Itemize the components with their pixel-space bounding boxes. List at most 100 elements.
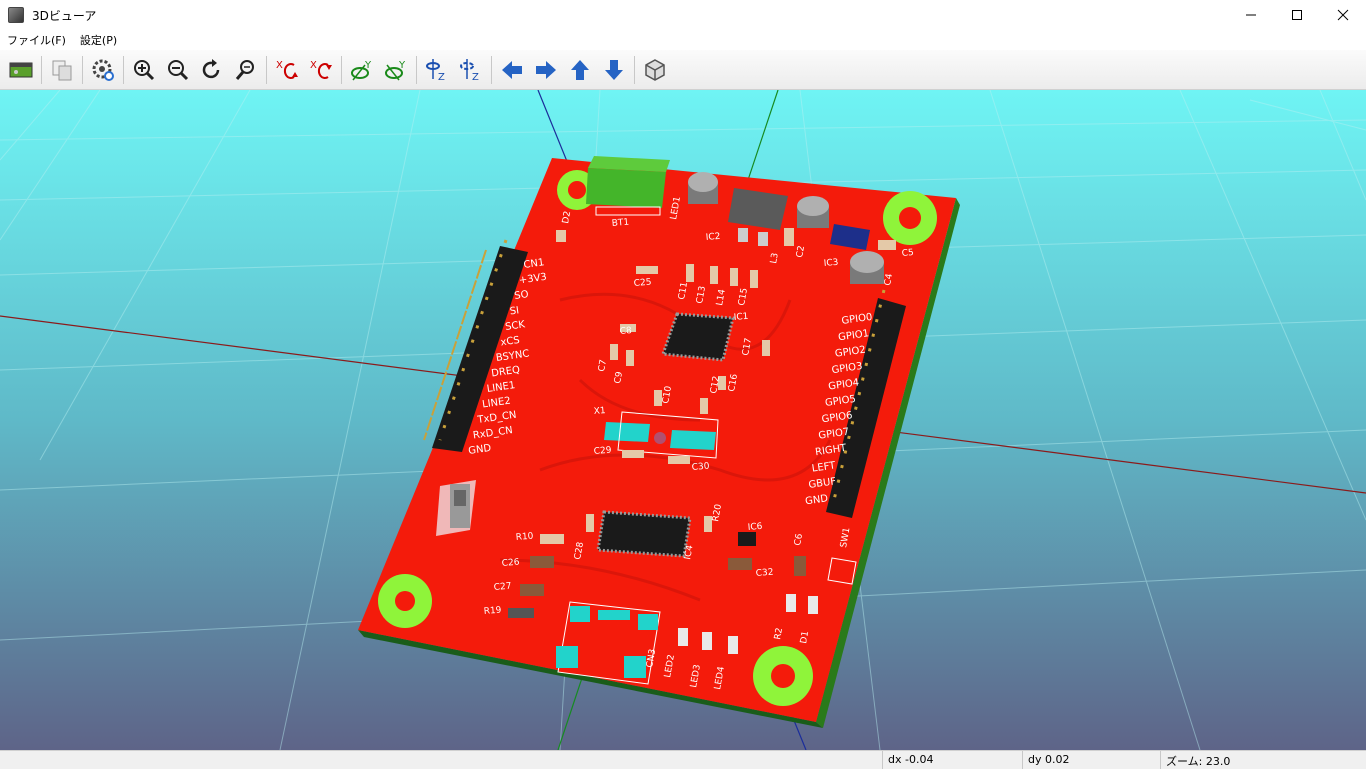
svg-text:X: X bbox=[310, 60, 317, 71]
ic6-chip bbox=[738, 532, 756, 546]
led bbox=[808, 596, 818, 614]
rotate-z-cw-button[interactable]: Z bbox=[421, 54, 453, 86]
component-reference: X1 bbox=[593, 406, 606, 417]
toolbar-separator bbox=[416, 55, 417, 84]
close-icon bbox=[1337, 9, 1349, 21]
title-bar: 3Dビューア bbox=[0, 0, 1366, 30]
copy-image-button[interactable] bbox=[46, 54, 78, 86]
status-dy: dy 0.02 bbox=[1028, 753, 1070, 766]
status-zoom: ズーム: 23.0 bbox=[1166, 755, 1231, 768]
electrolytic-capacitor bbox=[850, 251, 884, 284]
component-reference: C5 bbox=[901, 248, 914, 259]
toolbar-separator bbox=[634, 55, 635, 84]
component-reference: C32 bbox=[755, 567, 774, 579]
toolbar-separator bbox=[266, 55, 267, 84]
crystal-pad bbox=[604, 422, 650, 442]
rotate-x-cw-icon: X bbox=[276, 60, 298, 79]
toggle-orthographic-button[interactable] bbox=[639, 54, 671, 86]
led bbox=[678, 628, 688, 646]
status-divider bbox=[882, 751, 883, 769]
component-reference: IC6 bbox=[747, 522, 763, 533]
component-reference: C2 bbox=[795, 245, 807, 259]
window-title: 3Dビューア bbox=[32, 8, 97, 23]
zoom-out-button[interactable] bbox=[162, 54, 194, 86]
component-reference: C29 bbox=[593, 445, 612, 457]
component-reference: C30 bbox=[691, 461, 710, 473]
led bbox=[728, 636, 738, 654]
maximize-button[interactable] bbox=[1274, 0, 1320, 30]
redraw-icon bbox=[202, 58, 220, 78]
component-reference: L3 bbox=[769, 252, 781, 264]
rotate-y-ccw-button[interactable]: Y bbox=[380, 54, 412, 86]
component-reference: C4 bbox=[883, 273, 895, 287]
3d-viewport[interactable]: CN1 +3V3 SO SI SCK xCS BSYNC DREQ LINE1 LINE2 TxD_… bbox=[0, 90, 1366, 750]
led bbox=[702, 632, 712, 650]
component-reference: IC1 bbox=[733, 312, 748, 323]
electrolytic-capacitor bbox=[797, 196, 829, 228]
rotate-z-ccw-icon: Z bbox=[460, 58, 479, 83]
toolbar-separator bbox=[82, 55, 83, 84]
pin-label-left: SO bbox=[514, 289, 530, 302]
electrolytic-capacitor bbox=[688, 172, 718, 204]
component-reference: C6 bbox=[793, 533, 805, 547]
settings-button[interactable] bbox=[87, 54, 119, 86]
component-reference: C27 bbox=[493, 581, 512, 593]
menu-settings[interactable]: 設定(P) bbox=[73, 32, 124, 48]
component-reference: C7 bbox=[597, 359, 609, 373]
rotate-y-cw-button[interactable]: Y bbox=[346, 54, 378, 86]
svg-text:X: X bbox=[276, 60, 283, 71]
toolbar-separator bbox=[491, 55, 492, 84]
arrow-down-icon bbox=[605, 59, 623, 80]
component-reference: C26 bbox=[501, 557, 520, 569]
component-reference: IC2 bbox=[705, 232, 720, 243]
rotate-y-ccw-icon: Y bbox=[385, 60, 406, 80]
status-dx: dx -0.04 bbox=[888, 753, 934, 766]
menu-bar: ファイル(F) 設定(P) bbox=[0, 30, 1366, 50]
zoom-fit-button[interactable] bbox=[230, 54, 262, 86]
crystal-pad bbox=[670, 430, 716, 450]
component-reference: R10 bbox=[515, 531, 534, 543]
pan-down-button[interactable] bbox=[598, 54, 630, 86]
toolbar-separator bbox=[341, 55, 342, 84]
rotate-z-ccw-button[interactable]: Z bbox=[455, 54, 487, 86]
ic4-chip bbox=[598, 512, 690, 556]
arrow-up-icon bbox=[571, 59, 589, 80]
arrow-left-icon bbox=[502, 60, 522, 79]
redraw-button[interactable] bbox=[196, 54, 228, 86]
zoom-out-icon bbox=[168, 59, 189, 80]
reload-board-icon bbox=[9, 62, 33, 77]
rotate-x-cw-button[interactable]: X bbox=[271, 54, 303, 86]
status-bar: dx -0.04 dy 0.02 ズーム: 23.0 bbox=[0, 750, 1366, 769]
svg-text:Z: Z bbox=[472, 72, 479, 83]
rotate-x-ccw-button[interactable]: X bbox=[305, 54, 337, 86]
pin-label-left: SI bbox=[509, 305, 520, 317]
toolbar-separator bbox=[123, 55, 124, 84]
led bbox=[786, 594, 796, 612]
minimize-icon bbox=[1246, 14, 1256, 16]
toolbar: X X Y Y Z Z bbox=[0, 50, 1366, 90]
maximize-icon bbox=[1292, 10, 1302, 20]
component-reference: R19 bbox=[483, 605, 502, 617]
rotate-x-ccw-icon: X bbox=[310, 60, 332, 79]
pan-left-button[interactable] bbox=[496, 54, 528, 86]
status-divider bbox=[1160, 751, 1161, 769]
component-reference: IC3 bbox=[823, 258, 838, 269]
component-reference: C9 bbox=[613, 371, 625, 385]
3d-scene: CN1+3V3SOSISCKxCSBSYNCDREQLINE1LINE2TxD_… bbox=[0, 90, 1366, 750]
copy-icon bbox=[52, 60, 72, 80]
app-icon bbox=[8, 7, 24, 23]
status-divider bbox=[1022, 751, 1023, 769]
pan-right-button[interactable] bbox=[530, 54, 562, 86]
menu-file[interactable]: ファイル(F) bbox=[0, 32, 73, 48]
minimize-button[interactable] bbox=[1228, 0, 1274, 30]
battery-connector bbox=[586, 168, 666, 208]
arrow-right-icon bbox=[536, 60, 556, 79]
component-reference: BT1 bbox=[611, 218, 629, 229]
zoom-fit-icon bbox=[235, 59, 254, 80]
component-reference: C25 bbox=[633, 277, 652, 289]
reload-board-button[interactable] bbox=[5, 54, 37, 86]
pan-up-button[interactable] bbox=[564, 54, 596, 86]
component-reference: C8 bbox=[619, 326, 632, 337]
zoom-in-button[interactable] bbox=[128, 54, 160, 86]
close-button[interactable] bbox=[1320, 0, 1366, 30]
